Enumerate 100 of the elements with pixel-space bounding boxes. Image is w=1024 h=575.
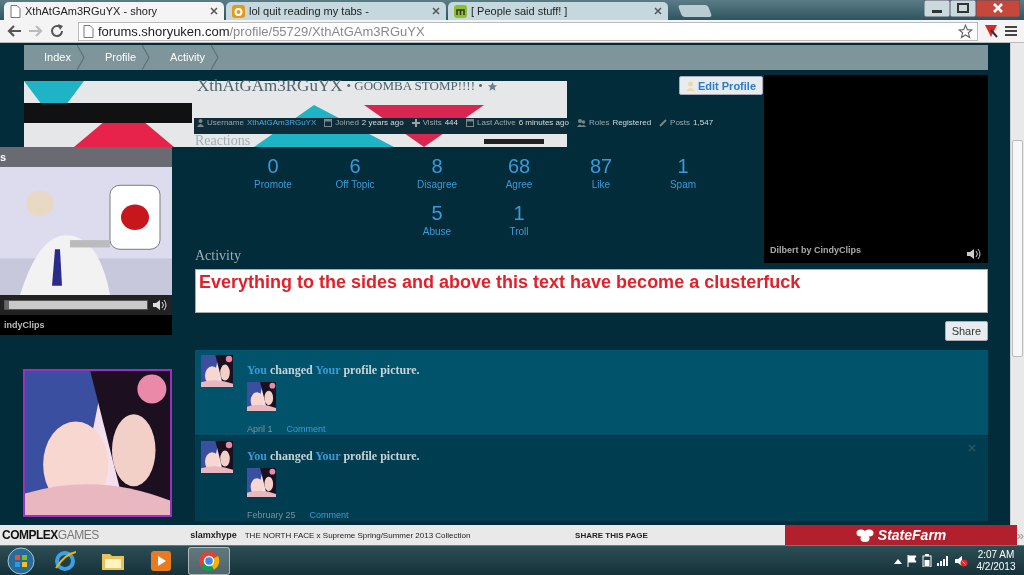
comment-link[interactable]: Comment bbox=[309, 510, 349, 520]
browser-icon bbox=[54, 549, 76, 572]
reaction-count: 6 bbox=[349, 154, 361, 178]
star-icon[interactable] bbox=[958, 23, 973, 39]
circle-logo-icon bbox=[232, 4, 245, 18]
url-text: forums.shoryuken.com/profile/55729/XthAtGAm3RGuYX bbox=[98, 23, 425, 39]
reaction-link[interactable]: Promote bbox=[254, 178, 292, 191]
chevron-icon bbox=[76, 45, 85, 70]
user-link[interactable]: You bbox=[247, 449, 267, 463]
breadcrumb-link[interactable]: Index bbox=[24, 45, 77, 70]
speaker-icon[interactable] bbox=[966, 248, 982, 260]
page-icon bbox=[10, 4, 21, 18]
chrome-logo-icon bbox=[198, 549, 220, 572]
sponsor-banner[interactable]: StateFarm bbox=[785, 525, 1017, 545]
activity-text: You changed Your profile picture. bbox=[247, 449, 421, 464]
activity-date: April 1 bbox=[247, 424, 273, 434]
taskbar-app[interactable] bbox=[188, 546, 230, 575]
stat-value: 6 minutes ago bbox=[518, 118, 569, 127]
stat-label: Joined bbox=[335, 118, 359, 127]
user-link[interactable]: Your bbox=[315, 449, 341, 463]
breadcrumb-link[interactable]: Profile bbox=[84, 45, 143, 70]
share-button[interactable]: Share bbox=[944, 321, 988, 341]
profile-name: XthAtGAm3RGuYX bbox=[197, 76, 343, 96]
stat-label: Last Active bbox=[477, 118, 516, 127]
seek-bar[interactable] bbox=[4, 300, 148, 310]
calendar-icon bbox=[324, 118, 333, 127]
activity-date: February 25 bbox=[247, 510, 296, 520]
stat-value: 1,547 bbox=[693, 118, 714, 127]
new-tab-button[interactable] bbox=[677, 5, 713, 17]
stat-value: 444 bbox=[444, 118, 458, 127]
profile-tagline: • GOOMBA STOMP!!!! • bbox=[346, 78, 483, 94]
edit-profile-button[interactable]: Edit Profile bbox=[678, 76, 763, 95]
browser-tab[interactable]: lol quit reading my tabs - bbox=[226, 2, 446, 20]
stat-value: 2 years ago bbox=[361, 118, 404, 127]
reaction-link[interactable]: Off Topic bbox=[335, 178, 375, 191]
user-link[interactable]: You bbox=[247, 363, 267, 377]
reaction-link[interactable]: Like bbox=[591, 178, 611, 191]
browser-tab[interactable]: XthAtGAm3RGuYX - shory bbox=[4, 2, 224, 20]
close-icon[interactable] bbox=[654, 7, 662, 15]
user-link[interactable]: Your bbox=[315, 363, 341, 377]
battery-icon[interactable] bbox=[922, 554, 932, 567]
video-title: s bbox=[0, 147, 172, 167]
square-logo-icon bbox=[454, 4, 467, 18]
up-arrow-icon[interactable] bbox=[894, 557, 902, 564]
stat-link[interactable]: XthAtGAm3RGuYX bbox=[246, 118, 317, 127]
video-caption: Dilbert by CindyClips bbox=[770, 244, 861, 257]
comment-link[interactable]: Comment bbox=[286, 424, 326, 434]
minimize-button[interactable] bbox=[924, 0, 950, 17]
section-heading: Activity bbox=[195, 248, 242, 264]
address-bar[interactable]: forums.shoryuken.com/profile/55729/XthAtGAm3RGuYX bbox=[78, 21, 978, 41]
stat-label: Posts bbox=[670, 118, 691, 127]
reaction-link[interactable]: Agree bbox=[505, 178, 533, 191]
people-icon bbox=[576, 118, 586, 127]
person-icon bbox=[685, 80, 695, 91]
activity-text: You changed Your profile picture. bbox=[247, 363, 421, 378]
reaction-link[interactable]: Abuse bbox=[422, 225, 452, 238]
reaction-link[interactable]: Disagree bbox=[417, 178, 457, 191]
reaction-count: 5 bbox=[431, 201, 443, 225]
chevron-icon bbox=[142, 45, 151, 70]
headline-link[interactable]: THE NORTH FACE x Supreme Spring/Summer 2013 Collection bbox=[244, 530, 576, 540]
stat-label: Roles bbox=[588, 118, 610, 127]
pencil-icon bbox=[659, 118, 668, 127]
scrollbar[interactable] bbox=[1010, 43, 1024, 525]
extension-icon[interactable] bbox=[984, 24, 998, 38]
stat-value: Registered bbox=[612, 118, 652, 127]
reaction-count: 1 bbox=[513, 201, 525, 225]
calendar-icon bbox=[466, 118, 474, 127]
reaction-link[interactable]: Troll bbox=[509, 225, 529, 238]
clock[interactable]: 2:07 AM 4/2/2013 bbox=[974, 548, 1018, 573]
start-button[interactable] bbox=[4, 546, 38, 575]
close-button[interactable] bbox=[976, 0, 1020, 17]
reaction-count: 0 bbox=[267, 154, 279, 178]
reload-icon[interactable] bbox=[50, 24, 64, 38]
breadcrumb-link[interactable]: Activity bbox=[150, 45, 211, 70]
signal-icon[interactable] bbox=[937, 555, 949, 566]
user-link[interactable]: slamxhype bbox=[190, 530, 237, 540]
muted-speaker-icon[interactable] bbox=[954, 554, 968, 567]
maximize-button[interactable] bbox=[950, 0, 976, 17]
reaction-link[interactable]: Spam bbox=[669, 178, 697, 191]
speaker-icon[interactable] bbox=[152, 299, 168, 311]
close-icon[interactable] bbox=[210, 7, 218, 15]
share-link[interactable]: SHARE THIS PAGE bbox=[575, 530, 786, 540]
person-icon bbox=[197, 118, 204, 127]
flag-icon[interactable] bbox=[907, 554, 917, 567]
menu-icon[interactable] bbox=[1004, 25, 1018, 37]
browser-tab[interactable]: [ People said stuff! ] bbox=[448, 2, 668, 20]
stat-label: Visits bbox=[422, 118, 442, 127]
page-icon bbox=[83, 24, 94, 38]
ovals-logo-icon bbox=[855, 528, 874, 542]
chevron-icon bbox=[210, 45, 219, 70]
reaction-count: 8 bbox=[431, 154, 443, 178]
stat-label: Username bbox=[207, 118, 244, 127]
site-logo[interactable]: COMPLEXGAMES bbox=[2, 528, 191, 542]
back-icon[interactable] bbox=[6, 24, 22, 38]
reaction-count: 1 bbox=[677, 154, 689, 178]
activity-input[interactable]: Everything to the sides and above this text have become a clusterfuck bbox=[195, 269, 988, 313]
reaction-count: 68 bbox=[507, 154, 531, 178]
close-icon[interactable] bbox=[432, 7, 440, 15]
section-heading: Reactions bbox=[195, 133, 252, 149]
sponsor-name: StateFarm bbox=[877, 527, 947, 543]
